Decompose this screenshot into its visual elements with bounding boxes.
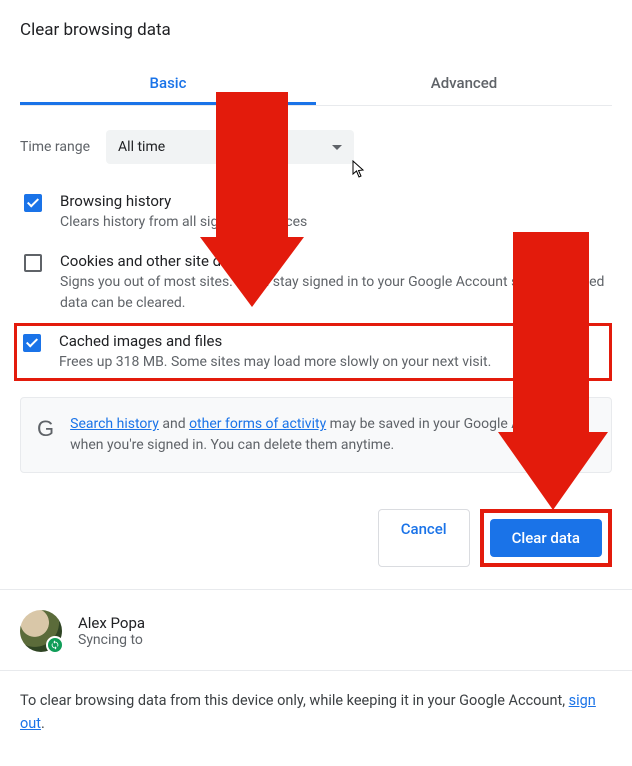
option-desc: Clears history from all signed-in device… <box>60 212 307 232</box>
timerange-label: Time range <box>20 139 90 155</box>
search-history-link[interactable]: Search history <box>70 416 159 432</box>
sync-badge-icon <box>46 636 64 654</box>
tab-basic[interactable]: Basic <box>20 64 316 105</box>
info-text-mid: and <box>159 416 189 432</box>
google-icon: G <box>37 418 54 440</box>
option-desc: Frees up 318 MB. Some sites may load mor… <box>59 352 491 372</box>
timerange-value: All time <box>118 139 165 155</box>
footer-text-part: . <box>41 715 45 732</box>
account-sync-status: Syncing to <box>78 632 145 648</box>
account-name: Alex Popa <box>78 614 145 632</box>
cancel-button[interactable]: Cancel <box>378 509 470 567</box>
tabs: Basic Advanced <box>20 64 612 106</box>
checkbox-browsing-history[interactable] <box>24 194 42 212</box>
option-browsing-history: Browsing history Clears history from all… <box>20 182 612 242</box>
footer-text: To clear browsing data from this device … <box>20 671 612 753</box>
timerange-select[interactable]: All time <box>106 130 354 164</box>
option-title: Cached images and files <box>59 332 491 350</box>
highlight-cache-option: Cached images and files Frees up 318 MB.… <box>14 323 612 381</box>
clear-data-button[interactable]: Clear data <box>490 519 602 557</box>
avatar <box>20 610 62 652</box>
tab-advanced[interactable]: Advanced <box>316 64 612 105</box>
footer-text-part: To clear browsing data from this device … <box>20 692 569 709</box>
option-cache: Cached images and files Frees up 318 MB.… <box>19 332 607 372</box>
cursor-icon <box>352 160 366 182</box>
option-desc: Signs you out of most sites. You'll stay… <box>60 272 612 313</box>
dialog-title: Clear browsing data <box>20 20 612 40</box>
other-activity-link[interactable]: other forms of activity <box>189 416 326 432</box>
option-title: Browsing history <box>60 192 307 210</box>
chevron-down-icon <box>332 145 342 150</box>
highlight-clear-button: Clear data <box>480 509 612 567</box>
info-text: Search history and other forms of activi… <box>70 414 595 456</box>
checkbox-cache[interactable] <box>23 334 41 352</box>
option-cookies: Cookies and other site data Signs you ou… <box>20 242 612 323</box>
account-row: Alex Popa Syncing to <box>20 590 612 670</box>
info-box: G Search history and other forms of acti… <box>20 397 612 473</box>
checkbox-cookies[interactable] <box>24 254 42 272</box>
option-title: Cookies and other site data <box>60 252 612 270</box>
